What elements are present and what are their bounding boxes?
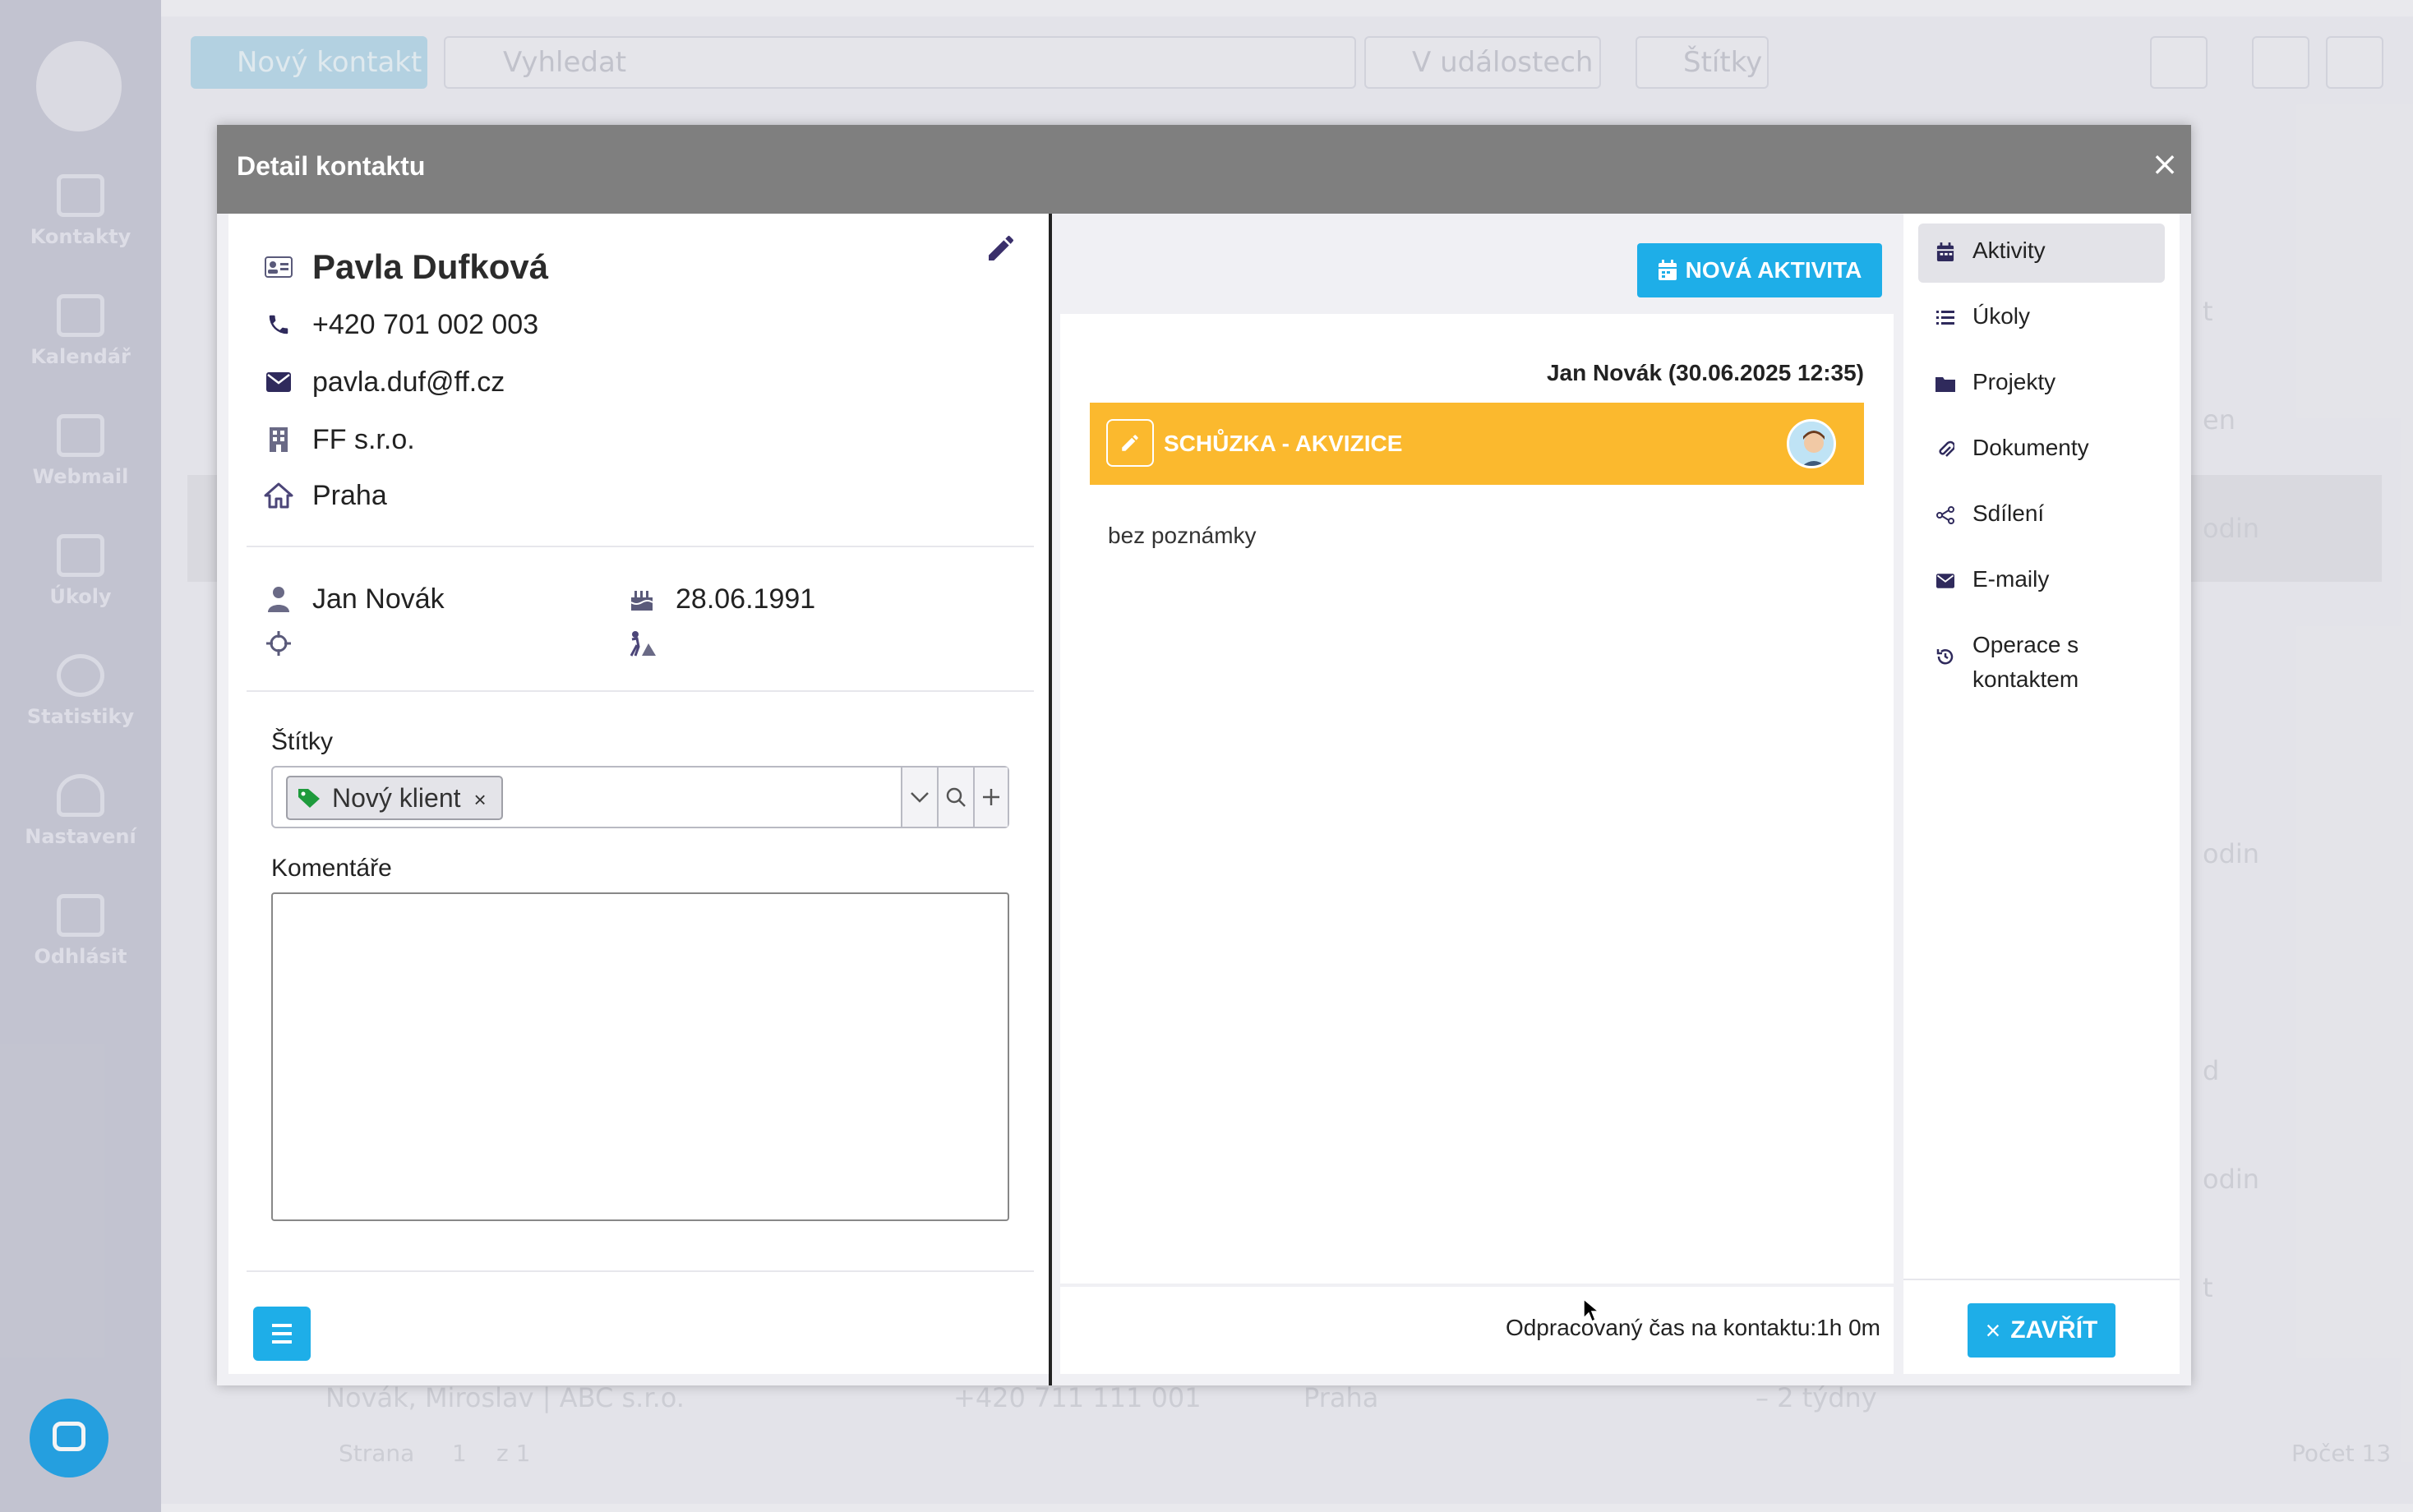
new-activity-button[interactable]: NOVÁ AKTIVITA: [1637, 243, 1882, 297]
search-icon[interactable]: [937, 768, 973, 827]
contact-owner: Jan Novák: [312, 583, 445, 615]
activities-footer: Odpracovaný čas na kontaktu:1h 0m: [1060, 1287, 1894, 1374]
divider: [1903, 1279, 2180, 1280]
home-icon: [263, 480, 294, 511]
activity-title: SCHŮZKA - AKVIZICE: [1164, 431, 1403, 456]
contact-birthday: 28.06.1991: [676, 583, 816, 615]
contact-name-row: Pavla Dufková: [263, 247, 548, 288]
tab-activities[interactable]: Aktivity: [1918, 224, 2165, 283]
plus-icon[interactable]: [973, 768, 1008, 827]
chevron-down-icon[interactable]: [901, 768, 937, 827]
edit-pencil-icon[interactable]: [985, 232, 1017, 265]
contact-city-row: Praha: [263, 475, 387, 516]
calendar-icon: [1935, 242, 1956, 263]
envelope-icon: [263, 366, 294, 398]
activity-note: bez poznámky: [1108, 523, 1257, 548]
tag-icon: [298, 789, 320, 808]
folder-icon: [1935, 373, 1956, 394]
close-button[interactable]: × ZAVŘÍT: [1968, 1303, 2115, 1358]
contact-hobby-row: [626, 623, 676, 664]
contact-birthday-row: 28.06.1991: [626, 579, 815, 620]
avatar: [1787, 419, 1836, 468]
tab-label: Projekty: [1972, 369, 2056, 394]
contact-email[interactable]: pavla.duf@ff.cz: [312, 366, 505, 399]
phone-icon: [263, 309, 294, 340]
tag-label: Nový klient: [332, 783, 461, 813]
activity-card: Jan Novák (30.06.2025 12:35) SCHŮZKA - A…: [1060, 314, 1894, 1284]
share-icon: [1935, 505, 1956, 526]
id-card-icon: [263, 251, 294, 283]
close-button-label: ZAVŘÍT: [2010, 1316, 2098, 1344]
tab-label: Operace s kontaktem: [1972, 632, 2079, 692]
tab-projects[interactable]: Projekty: [1918, 355, 2165, 414]
tab-label: E-maily: [1972, 566, 2050, 592]
comments-textarea[interactable]: [271, 892, 1009, 1221]
worked-time: Odpracovaný čas na kontaktu:1h 0m: [1505, 1315, 1880, 1340]
menu-line: [272, 1324, 292, 1327]
menu-line: [272, 1340, 292, 1344]
modal-title: Detail kontaktu: [237, 151, 426, 181]
tags-select[interactable]: Nový klient ×: [271, 766, 1009, 828]
contact-info-pane: Pavla Dufková +420 701 002 003 pavla.duf…: [228, 214, 1050, 1374]
tag-chip: Nový klient ×: [286, 776, 503, 820]
contact-owner-row: Jan Novák: [263, 579, 445, 620]
close-icon[interactable]: ×: [2148, 148, 2181, 181]
modal-body: Pavla Dufková +420 701 002 003 pavla.duf…: [217, 214, 2191, 1385]
contact-position-row: [263, 623, 312, 664]
calendar-icon: [1658, 260, 1677, 280]
divider: [247, 546, 1034, 547]
contact-detail-modal: Detail kontaktu × Pavla Dufková +420 701…: [217, 125, 2191, 1385]
tab-documents[interactable]: Dokumenty: [1918, 421, 2165, 480]
tab-tasks[interactable]: Úkoly: [1918, 289, 2165, 348]
tab-label: Sdílení: [1972, 500, 2045, 526]
activity-header-bar[interactable]: SCHŮZKA - AKVIZICE: [1090, 403, 1864, 485]
envelope-icon: [1935, 570, 1956, 592]
contact-phone[interactable]: +420 701 002 003: [312, 309, 538, 341]
person-icon: [263, 583, 294, 615]
tab-label: Aktivity: [1972, 237, 2046, 263]
activity-author: Jan Novák (30.06.2025 12:35): [1546, 360, 1864, 385]
tags-label: Štítky: [271, 728, 334, 755]
contact-email-row: pavla.duf@ff.cz: [263, 362, 505, 403]
tag-remove-icon[interactable]: ×: [474, 787, 487, 812]
hamburger-menu-button[interactable]: [253, 1307, 311, 1361]
tab-emails[interactable]: E-maily: [1918, 552, 2165, 611]
crosshair-icon: [263, 628, 294, 659]
detail-tabs: Aktivity Úkoly Projekty Dokumenty Sdílen…: [1903, 214, 2180, 1374]
contact-name: Pavla Dufková: [312, 247, 549, 286]
tab-contact-operations[interactable]: Operace s kontaktem: [1918, 618, 2165, 697]
divider: [247, 1270, 1034, 1272]
list-icon: [1935, 307, 1956, 329]
birthday-cake-icon: [626, 583, 657, 615]
building-icon: [263, 424, 294, 455]
paperclip-icon: [1935, 439, 1956, 460]
edit-pencil-icon[interactable]: [1106, 419, 1154, 467]
history-icon: [1935, 646, 1956, 667]
tab-label: Dokumenty: [1972, 435, 2089, 460]
contact-phone-row: +420 701 002 003: [263, 304, 538, 345]
comments-label: Komentáře: [271, 855, 392, 882]
contact-company-row: FF s.r.o.: [263, 419, 415, 460]
menu-line: [272, 1332, 292, 1335]
person-hiking-icon: [626, 628, 657, 659]
contact-company: FF s.r.o.: [312, 423, 415, 455]
contact-city: Praha: [312, 479, 387, 511]
close-icon: ×: [1985, 1315, 2001, 1345]
tab-sharing[interactable]: Sdílení: [1918, 486, 2165, 546]
mouse-cursor-icon: [1583, 1298, 1599, 1323]
divider: [247, 690, 1034, 692]
tab-label: Úkoly: [1972, 303, 2031, 329]
modal-header: Detail kontaktu ×: [217, 125, 2191, 214]
pane-divider: [1049, 214, 1052, 1385]
new-activity-label: NOVÁ AKTIVITA: [1685, 257, 1862, 283]
